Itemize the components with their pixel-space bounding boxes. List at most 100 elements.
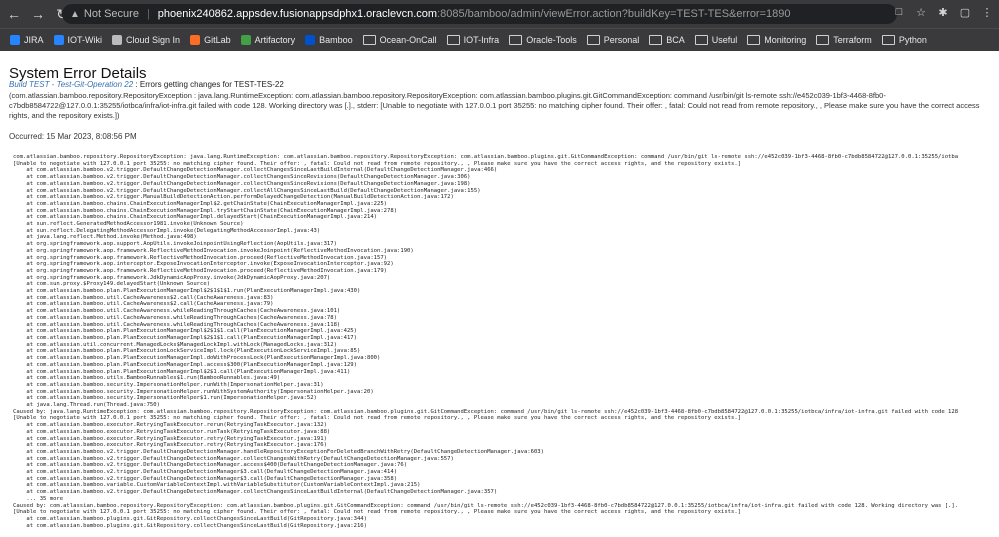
folder-icon bbox=[816, 35, 830, 45]
url-host: phoenix240862.appsdev.fusionappsdphx1.or… bbox=[157, 8, 438, 20]
trace-line: at com.atlassian.bamboo.plugins.git.GitR… bbox=[13, 522, 367, 529]
bookmark-label: GitLab bbox=[204, 35, 231, 45]
trace-line: at com.atlassian.bamboo.v2.trigger.Defau… bbox=[13, 475, 398, 482]
trace-line: com.atlassian.bamboo.repository.Reposito… bbox=[13, 154, 959, 160]
trace-line: at com.atlassian.bamboo.security.Imperso… bbox=[13, 395, 317, 402]
extensions-icon[interactable]: ✱ bbox=[937, 6, 949, 19]
trace-line: at sun.reflect.GeneratedMethodAccessor19… bbox=[13, 221, 244, 228]
bookmark-iot-infra[interactable]: IOT-Infra bbox=[446, 35, 499, 45]
trace-line: at java.lang.reflect.Method.invoke(Metho… bbox=[13, 234, 197, 241]
bookmark-label: Cloud Sign In bbox=[126, 35, 181, 45]
bookmark-gitlab[interactable]: GitLab bbox=[190, 35, 231, 45]
toolbar-icons: □ ☆ ✱ ▢ ⋮ bbox=[893, 6, 993, 19]
bookmark-monitoring[interactable]: Monitoring bbox=[747, 35, 806, 45]
bookmark-oracle-tools[interactable]: Oracle-Tools bbox=[509, 35, 577, 45]
cloud-icon bbox=[112, 35, 123, 45]
trace-line: Caused by: com.atlassian.bamboo.reposito… bbox=[13, 502, 959, 509]
error-page: System Error Details Build TEST - Test-G… bbox=[0, 51, 999, 537]
bookmark-terraform[interactable]: Terraform bbox=[816, 35, 872, 45]
bookmark-label: Bamboo bbox=[319, 35, 353, 45]
bookmark-label: Personal bbox=[603, 35, 640, 45]
folder-icon bbox=[649, 35, 663, 45]
trace-line: at com.atlassian.bamboo.executor.Retryin… bbox=[13, 442, 327, 449]
trace-line: at com.atlassian.bamboo.util.CacheAwaren… bbox=[13, 321, 341, 328]
bookmark-cloud-sign-in[interactable]: Cloud Sign In bbox=[112, 35, 180, 45]
sidebar-icon[interactable]: ▢ bbox=[959, 6, 971, 19]
bookmark-label: IOT-Wiki bbox=[67, 35, 103, 45]
stack-trace: com.atlassian.bamboo.repository.Reposito… bbox=[13, 154, 999, 537]
trace-line: at com.atlassian.bamboo.plan.PlanExecuti… bbox=[13, 334, 357, 341]
trace-line: at com.atlassian.bamboo.v2.trigger.Defau… bbox=[13, 462, 408, 469]
bamboo-icon bbox=[305, 35, 316, 45]
folder-icon bbox=[446, 35, 460, 45]
trace-line: at com.atlassian.bamboo.security.Imperso… bbox=[13, 388, 374, 395]
trace-line: at com.atlassian.bamboo.plan.PlanExecuti… bbox=[13, 368, 351, 375]
trace-line: at sun.reflect.DelegatingMethodAccessorI… bbox=[13, 227, 321, 234]
trace-line: at com.atlassian.bamboo.plan.PlanExecuti… bbox=[13, 328, 357, 335]
bookmark-jira[interactable]: JIRA bbox=[10, 35, 44, 45]
bookmark-label: JIRA bbox=[24, 35, 44, 45]
bookmark-artifactory[interactable]: Artifactory bbox=[240, 35, 296, 45]
trace-line: at com.atlassian.bamboo.v2.trigger.Defau… bbox=[13, 187, 481, 194]
trace-line: at com.atlassian.bamboo.executor.Retryin… bbox=[13, 428, 331, 435]
bookmarks-bar: JIRA IOT-Wiki Cloud Sign In GitLab Artifacto… bbox=[0, 28, 999, 51]
artifactory-icon bbox=[240, 35, 251, 45]
trace-line: Caused by: java.lang.RuntimeException: c… bbox=[13, 408, 959, 415]
forward-arrow-icon[interactable]: → bbox=[28, 6, 48, 22]
bookmark-bamboo[interactable]: Bamboo bbox=[305, 35, 353, 45]
bookmark-label: Monitoring bbox=[764, 35, 807, 45]
folder-icon bbox=[362, 35, 376, 45]
trace-line: ... 35 more bbox=[13, 495, 64, 502]
confluence-icon bbox=[53, 35, 64, 45]
folder-icon bbox=[586, 35, 600, 45]
bookmark-label: Useful bbox=[711, 35, 738, 45]
menu-icon[interactable]: ⋮ bbox=[981, 6, 993, 19]
folder-icon bbox=[694, 35, 708, 45]
trace-line: at com.atlassian.util.concurrent.Managed… bbox=[13, 341, 337, 348]
trace-line: at com.atlassian.bamboo.executor.Retryin… bbox=[13, 422, 327, 429]
trace-line: at com.atlassian.bamboo.chains.ChainExec… bbox=[13, 214, 378, 221]
bookmark-ocean-oncall[interactable]: Ocean-OnCall bbox=[362, 35, 437, 45]
bookmark-personal[interactable]: Personal bbox=[586, 35, 640, 45]
bookmark-label: Terraform bbox=[833, 35, 872, 45]
trace-line: at com.sun.proxy.$Proxy149.delayedStart(… bbox=[13, 281, 211, 288]
trace-line: at com.atlassian.bamboo.plan.PlanExecuti… bbox=[13, 355, 381, 362]
back-arrow-icon[interactable]: ← bbox=[4, 6, 24, 22]
trace-line: [Unable to negotiate with 127.0.0.1 port… bbox=[13, 160, 742, 167]
trace-line: at com.atlassian.bamboo.utils.BambooRunn… bbox=[13, 375, 281, 382]
share-icon[interactable]: □ bbox=[893, 6, 905, 19]
trace-line: at org.springframework.aop.framework.Jdk… bbox=[13, 274, 331, 281]
bookmark-python[interactable]: Python bbox=[881, 35, 927, 45]
folder-icon bbox=[509, 35, 523, 45]
trace-line: at org.springframework.aop.support.AopUt… bbox=[13, 241, 337, 248]
occurred-timestamp: Occurred: 15 Mar 2023, 8:08:56 PM bbox=[9, 132, 137, 141]
warning-triangle-icon[interactable]: ▲ bbox=[70, 9, 80, 20]
trace-line: at com.atlassian.bamboo.security.Imperso… bbox=[13, 381, 324, 388]
trace-line: at com.atlassian.bamboo.util.CacheAwaren… bbox=[13, 308, 341, 315]
trace-line: at com.atlassian.bamboo.v2.trigger.Manua… bbox=[13, 194, 454, 201]
star-icon[interactable]: ☆ bbox=[915, 6, 927, 19]
build-link[interactable]: Build TEST - Test-Git-Operation 22 bbox=[9, 80, 133, 89]
trace-line: at com.atlassian.bamboo.plugins.git.GitR… bbox=[13, 515, 367, 522]
trace-line: at com.atlassian.bamboo.util.CacheAwaren… bbox=[13, 314, 337, 321]
bookmark-useful[interactable]: Useful bbox=[694, 35, 738, 45]
trace-line: at org.springframework.aop.framework.Ref… bbox=[13, 267, 388, 274]
trace-line: at com.atlassian.bamboo.v2.trigger.Defau… bbox=[13, 180, 471, 187]
trace-line: at com.atlassian.bamboo.executor.Retryin… bbox=[13, 435, 327, 442]
trace-line: at org.springframework.aop.interceptor.E… bbox=[13, 261, 394, 268]
bookmark-label: Artifactory bbox=[254, 35, 296, 45]
trace-line: at com.atlassian.bamboo.util.CacheAwaren… bbox=[13, 301, 274, 308]
build-suffix: : Errors getting changes for TEST-TES-22 bbox=[133, 80, 284, 89]
trace-line: at com.atlassian.bamboo.plan.PlanExecuti… bbox=[13, 361, 357, 368]
trace-line: at com.atlassian.bamboo.variable.CustomV… bbox=[13, 482, 421, 489]
address-separator: | bbox=[146, 8, 150, 20]
trace-line: at com.atlassian.bamboo.chains.ChainExec… bbox=[13, 207, 398, 214]
bookmark-bca[interactable]: BCA bbox=[649, 35, 685, 45]
trace-line: at com.atlassian.bamboo.v2.trigger.Defau… bbox=[13, 174, 471, 181]
address-bar[interactable]: ▲ Not Secure | phoenix240862.appsdev.fus… bbox=[62, 4, 897, 24]
trace-line: [Unable to negotiate with 127.0.0.1 port… bbox=[13, 415, 742, 422]
trace-line: at com.atlassian.bamboo.v2.trigger.Defau… bbox=[13, 489, 498, 496]
trace-line: at com.atlassian.bamboo.plan.PlanExecuti… bbox=[13, 288, 361, 295]
gitlab-icon bbox=[190, 35, 201, 45]
bookmark-iot-wiki[interactable]: IOT-Wiki bbox=[53, 35, 103, 45]
